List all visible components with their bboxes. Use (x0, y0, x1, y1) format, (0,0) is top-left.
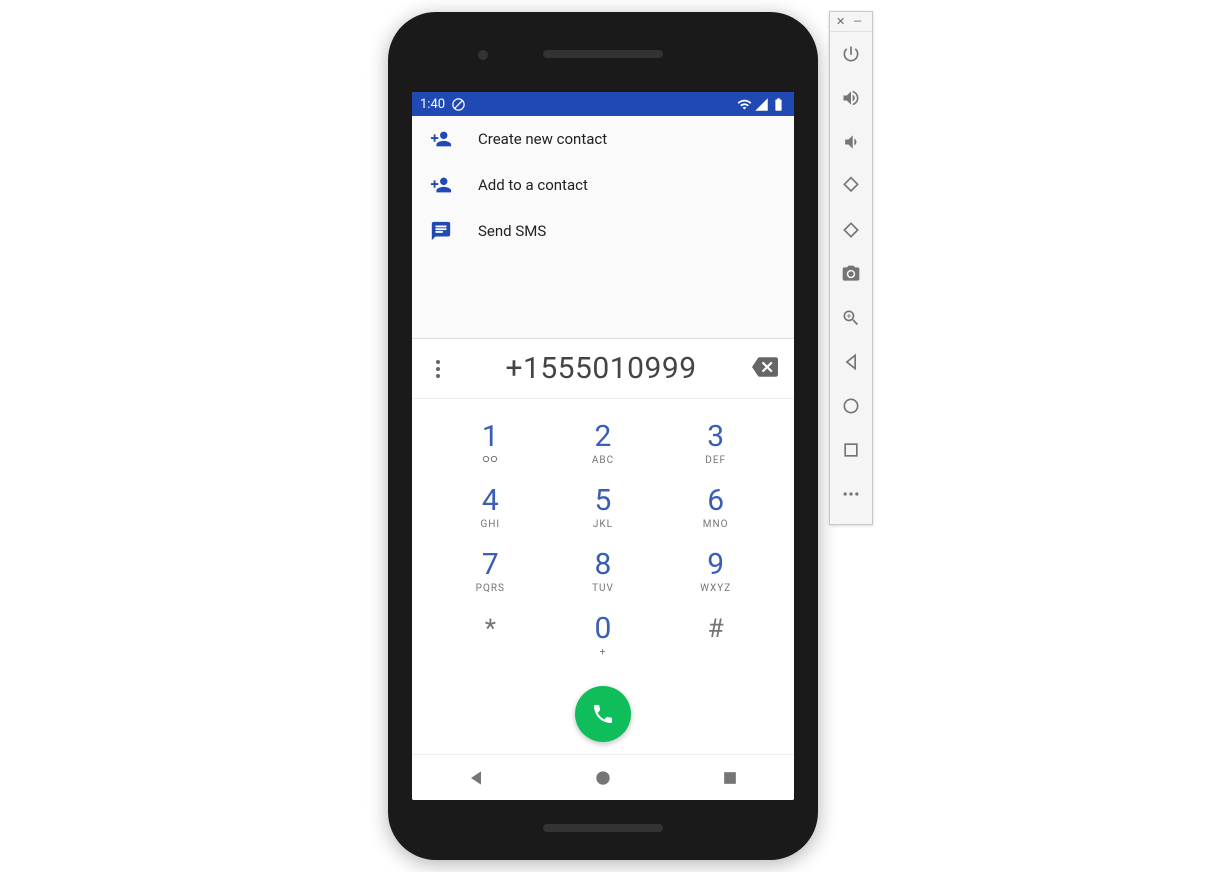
send-sms-label: Send SMS (478, 222, 546, 240)
battery-icon (771, 97, 786, 112)
message-icon (430, 220, 452, 242)
keypad-digit: 3 (707, 420, 724, 453)
keypad-letters (482, 455, 498, 467)
phone-screen: 1:40 Create new contact A (412, 92, 794, 800)
keypad-key-4[interactable]: 4 GHI (434, 475, 547, 539)
backspace-button[interactable] (752, 354, 780, 384)
android-status-bar: 1:40 (412, 92, 794, 116)
emulator-more-button[interactable] (829, 472, 873, 516)
keypad-digit: 1 (482, 420, 499, 453)
emulator-overview-button[interactable] (829, 428, 873, 472)
emulator-volume-up-button[interactable] (829, 76, 873, 120)
circle-home-icon (841, 396, 861, 416)
more-options-button[interactable] (426, 360, 450, 378)
keypad-key-6[interactable]: 6 MNO (659, 475, 772, 539)
emulator-toolbar: ✕ — (829, 11, 873, 525)
add-to-contact-label: Add to a contact (478, 176, 588, 194)
signal-icon (754, 97, 769, 112)
keypad-digit: 2 (595, 420, 612, 453)
rotate-left-icon (841, 176, 861, 196)
keypad-digit: 9 (707, 548, 724, 581)
rotate-right-icon (841, 220, 861, 240)
keypad-digit: 0 (595, 612, 612, 645)
keypad-key-9[interactable]: 9 WXYZ (659, 540, 772, 604)
nav-home-button[interactable] (593, 768, 613, 788)
emulator-power-button[interactable] (829, 32, 873, 76)
keypad-letters: JKL (593, 519, 613, 531)
call-button-row (412, 674, 794, 754)
dialed-number-row: +1555010999 (412, 339, 794, 399)
person-add-icon (430, 128, 452, 150)
keypad-key-5[interactable]: 5 JKL (547, 475, 660, 539)
keypad-key-1[interactable]: 1 (434, 411, 547, 475)
create-new-contact-row[interactable]: Create new contact (412, 116, 794, 162)
keypad-digit: 5 (595, 484, 612, 517)
nav-back-icon (466, 768, 486, 788)
phone-speaker-grille (543, 50, 663, 58)
keypad-digit: 4 (482, 484, 499, 517)
keypad-letters: PQRS (476, 583, 505, 595)
keypad-letters: WXYZ (700, 583, 731, 595)
empty-space (412, 254, 794, 339)
emulator-minimize-button[interactable]: — (853, 16, 862, 27)
keypad-letters: MNO (703, 519, 729, 531)
keypad-key-hash[interactable]: # (659, 604, 772, 668)
keypad-key-7[interactable]: 7 PQRS (434, 540, 547, 604)
keypad-key-2[interactable]: 2 ABC (547, 411, 660, 475)
nav-home-icon (593, 768, 613, 788)
emulator-window-controls: ✕ — (830, 12, 872, 32)
do-not-disturb-icon (451, 97, 466, 112)
call-button[interactable] (575, 686, 631, 742)
nav-recents-icon (720, 768, 740, 788)
emulator-close-button[interactable]: ✕ (836, 16, 845, 27)
keypad-key-8[interactable]: 8 TUV (547, 540, 660, 604)
keypad-key-0[interactable]: 0 + (547, 604, 660, 668)
keypad-letters: ABC (592, 455, 614, 467)
triangle-back-icon (841, 352, 861, 372)
nav-recents-button[interactable] (720, 768, 740, 788)
volume-down-icon (841, 132, 861, 152)
keypad-letters: DEF (705, 455, 726, 467)
phone-camera-dot (478, 50, 488, 60)
create-contact-label: Create new contact (478, 130, 607, 148)
emulator-volume-down-button[interactable] (829, 120, 873, 164)
emulator-screenshot-button[interactable] (829, 252, 873, 296)
keypad-digit: 8 (595, 548, 612, 581)
add-to-contact-row[interactable]: Add to a contact (412, 162, 794, 208)
dialed-number-display: +1555010999 (450, 351, 752, 386)
android-nav-bar (412, 754, 794, 800)
keypad-letters: TUV (592, 583, 614, 595)
emulator-back-button[interactable] (829, 340, 873, 384)
phone-icon (591, 702, 615, 726)
keypad-letters: GHI (480, 519, 500, 531)
keypad-digit: 6 (707, 484, 724, 517)
keypad-letters: + (600, 647, 607, 659)
phone-device-frame: 1:40 Create new contact A (388, 12, 818, 860)
emulator-rotate-left-button[interactable] (829, 164, 873, 208)
zoom-in-icon (841, 308, 861, 328)
power-icon (841, 44, 861, 64)
emulator-home-button[interactable] (829, 384, 873, 428)
person-add-icon (430, 174, 452, 196)
keypad-digit: 7 (482, 548, 499, 581)
keypad-key-star[interactable]: * (434, 604, 547, 668)
more-horiz-icon (841, 484, 861, 504)
dialer-keypad: 1 2 ABC 3 DEF 4 GHI 5 JKL 6 MNO (412, 399, 794, 674)
nav-back-button[interactable] (466, 768, 486, 788)
phone-speaker-grille-bottom (543, 824, 663, 832)
volume-up-icon (841, 88, 861, 108)
wifi-icon (737, 97, 752, 112)
status-time: 1:40 (420, 97, 445, 112)
dialer-actions-list: Create new contact Add to a contact Send… (412, 116, 794, 254)
keypad-digit: * (485, 614, 496, 644)
square-overview-icon (841, 440, 861, 460)
keypad-digit: # (708, 614, 724, 644)
emulator-rotate-right-button[interactable] (829, 208, 873, 252)
emulator-zoom-button[interactable] (829, 296, 873, 340)
keypad-key-3[interactable]: 3 DEF (659, 411, 772, 475)
send-sms-row[interactable]: Send SMS (412, 208, 794, 254)
camera-icon (841, 264, 861, 284)
